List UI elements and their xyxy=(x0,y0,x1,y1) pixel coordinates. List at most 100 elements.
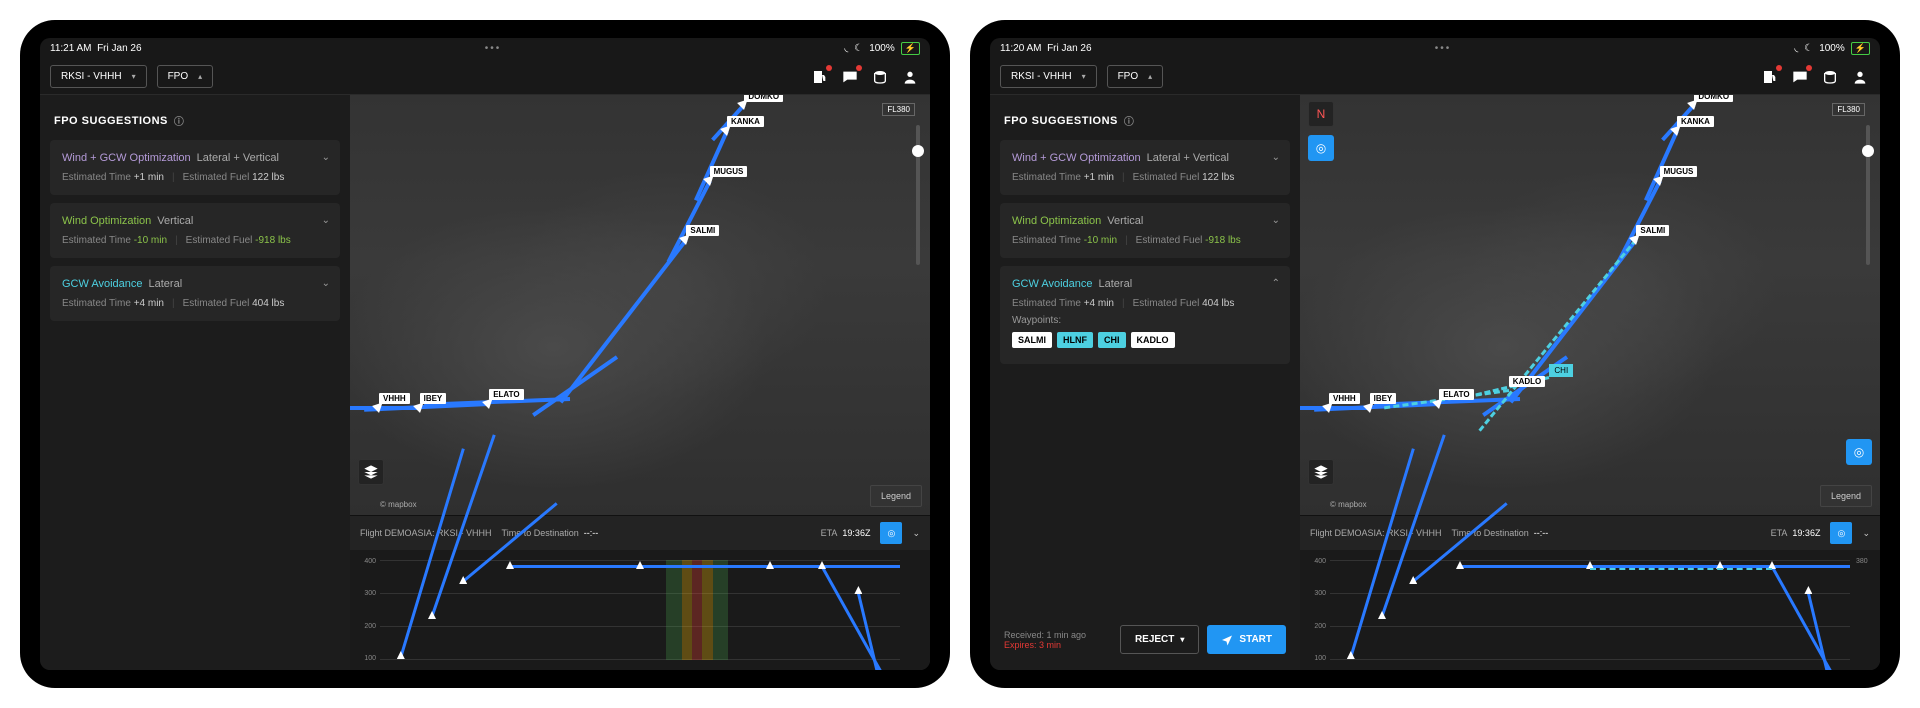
sidebar: FPO SUGGESTIONSⓘ ⌄ Wind + GCW Optimizati… xyxy=(990,95,1300,670)
tablet-right: 11:20 AM Fri Jan 26 ••• ◟ ☾ 100% ⚡ RKSI … xyxy=(970,20,1900,688)
chat-icon[interactable] xyxy=(840,67,860,87)
card-title: GCW AvoidanceLateral xyxy=(1012,278,1278,290)
status-time: 11:20 AM Fri Jan 26 xyxy=(1000,43,1092,54)
waypoint-tag: VHHH xyxy=(379,393,410,404)
flight-label: Flight DEMOASIA: RKSI - VHHH xyxy=(1310,528,1442,538)
route-selector[interactable]: RKSI - VHHH▾ xyxy=(1000,65,1097,88)
panel-selector[interactable]: FPO▴ xyxy=(1107,65,1164,88)
y-axis-right: 380 xyxy=(1856,558,1876,662)
sidebar: FPO SUGGESTIONSⓘ ⌄ Wind + GCW Optimizati… xyxy=(40,95,350,670)
screen: 11:20 AM Fri Jan 26 ••• ◟ ☾ 100% ⚡ RKSI … xyxy=(990,38,1880,670)
info-icon[interactable]: ⓘ xyxy=(1124,113,1135,128)
card-title: Wind + GCW OptimizationLateral + Vertica… xyxy=(1012,152,1278,164)
more-icon[interactable]: ••• xyxy=(485,43,502,54)
suggestion-card-2[interactable]: ⌄ GCW AvoidanceLateral Estimated Time +4… xyxy=(50,266,340,321)
panel-selector[interactable]: FPO▴ xyxy=(157,65,214,88)
map[interactable]: FL380 Legend © mapbox DOMKOKANKAMUGUSSAL… xyxy=(350,95,930,515)
legend-button[interactable]: Legend xyxy=(1820,485,1872,507)
screen: 11:21 AM Fri Jan 26 ••• ◟ ☾ 100% ⚡ RKSI … xyxy=(40,38,930,670)
suggestion-card-1[interactable]: ⌄ Wind OptimizationVertical Estimated Ti… xyxy=(50,203,340,258)
zoom-slider[interactable] xyxy=(916,125,920,265)
y-axis: 400300200100 xyxy=(1306,558,1326,662)
reject-button[interactable]: REJECT▾ xyxy=(1120,625,1199,654)
zoom-handle[interactable] xyxy=(1862,145,1874,157)
vertical-profile[interactable]: 400300200100 380 xyxy=(1300,550,1880,670)
wp-chip: HLNF xyxy=(1057,332,1093,348)
status-time: 11:21 AM Fri Jan 26 xyxy=(50,43,142,54)
suggestion-card-0[interactable]: ⌄ Wind + GCW OptimizationLateral + Verti… xyxy=(1000,140,1290,195)
map[interactable]: FL380 N ◎ ◎ Legend © mapbox DOMKOKANKAMU… xyxy=(1300,95,1880,515)
waypoint-tag: MUGUS xyxy=(710,166,748,177)
wifi-icon: ◟ xyxy=(844,43,848,54)
more-icon[interactable]: ••• xyxy=(1435,43,1452,54)
card-meta: Estimated Time -10 min|Estimated Fuel -9… xyxy=(62,235,328,246)
top-bar: RKSI - VHHH▾ FPO▴ xyxy=(990,59,1880,95)
received-text: Received: 1 min ago xyxy=(1004,630,1086,640)
fl-tag: FL380 xyxy=(882,103,915,116)
moon-icon: ☾ xyxy=(1804,43,1813,54)
status-bar: 11:21 AM Fri Jan 26 ••• ◟ ☾ 100% ⚡ xyxy=(40,38,930,59)
data-icon[interactable] xyxy=(1820,67,1840,87)
y-axis: 400300200100 xyxy=(356,558,376,662)
status-bar: 11:20 AM Fri Jan 26 ••• ◟ ☾ 100% ⚡ xyxy=(990,38,1880,59)
tablet-left: 11:21 AM Fri Jan 26 ••• ◟ ☾ 100% ⚡ RKSI … xyxy=(20,20,950,688)
layers-button[interactable] xyxy=(1308,459,1334,485)
fuel-icon[interactable] xyxy=(1760,67,1780,87)
suggestion-card-0[interactable]: ⌄ Wind + GCW OptimizationLateral + Verti… xyxy=(50,140,340,195)
waypoint-label: Waypoints: xyxy=(1012,315,1278,326)
waypoint-tag: SALMI xyxy=(686,225,719,236)
compass-button[interactable]: N xyxy=(1308,101,1334,127)
mapbox-logo: © mapbox xyxy=(380,500,417,509)
fuel-icon[interactable] xyxy=(810,67,830,87)
suggestion-card-2-expanded[interactable]: ⌃ GCW AvoidanceLateral Estimated Time +4… xyxy=(1000,266,1290,364)
waypoint-tag: KANKA xyxy=(1677,116,1714,127)
wp-chip: SALMI xyxy=(1012,332,1052,348)
action-info: Received: 1 min ago Expires: 3 min xyxy=(1004,630,1086,650)
chat-icon[interactable] xyxy=(1790,67,1810,87)
zoom-handle[interactable] xyxy=(912,145,924,157)
status-right: ◟ ☾ 100% ⚡ xyxy=(844,42,920,55)
chevron-down-icon: ⌄ xyxy=(322,152,330,163)
start-button[interactable]: START xyxy=(1207,625,1286,654)
fl-tag: FL380 xyxy=(1832,103,1865,116)
chevron-down-icon[interactable]: ⌄ xyxy=(1862,528,1870,539)
route-selector[interactable]: RKSI - VHHH▾ xyxy=(50,65,147,88)
center-button[interactable]: ◎ xyxy=(1846,439,1872,465)
waypoint-tag: IBEY xyxy=(420,393,447,404)
chevron-down-icon: ⌄ xyxy=(322,215,330,226)
wp-chip: KADLO xyxy=(1131,332,1175,348)
waypoint-tag: ELATO xyxy=(489,389,523,400)
data-icon[interactable] xyxy=(870,67,890,87)
profile-icon[interactable] xyxy=(900,67,920,87)
waypoint-tag: CHI xyxy=(1549,364,1573,377)
eta: ETA 19:36Z xyxy=(821,528,871,538)
waypoint-tag: DOMKO xyxy=(744,95,783,102)
info-icon[interactable]: ⓘ xyxy=(174,113,185,128)
waypoint-row: SALMI HLNF CHI KADLO xyxy=(1012,332,1278,348)
waypoint-tag: IBEY xyxy=(1370,393,1397,404)
locate-button[interactable]: ◎ xyxy=(1830,522,1852,544)
action-row: Received: 1 min ago Expires: 3 min REJEC… xyxy=(1000,619,1290,660)
waypoint-tag: SALMI xyxy=(1636,225,1669,236)
waypoint-tag: MUGUS xyxy=(1660,166,1698,177)
suggestion-card-1[interactable]: ⌄ Wind OptimizationVertical Estimated Ti… xyxy=(1000,203,1290,258)
layers-button[interactable] xyxy=(358,459,384,485)
card-title: Wind + GCW OptimizationLateral + Vertica… xyxy=(62,152,328,164)
locate-button[interactable]: ◎ xyxy=(880,522,902,544)
waypoint-tag: ELATO xyxy=(1439,389,1473,400)
zoom-slider[interactable] xyxy=(1866,125,1870,265)
section-title: FPO SUGGESTIONSⓘ xyxy=(1000,105,1290,140)
card-meta: Estimated Time +1 min|Estimated Fuel 122… xyxy=(62,172,328,183)
locate-button[interactable]: ◎ xyxy=(1308,135,1334,161)
vertical-profile[interactable]: 400300200100 xyxy=(350,550,930,670)
waypoint-tag: VHHH xyxy=(1329,393,1360,404)
wifi-icon: ◟ xyxy=(1794,43,1798,54)
chevron-down-icon: ⌄ xyxy=(1272,215,1280,226)
battery-icon: ⚡ xyxy=(901,42,920,55)
legend-button[interactable]: Legend xyxy=(870,485,922,507)
profile-icon[interactable] xyxy=(1850,67,1870,87)
chevron-down-icon[interactable]: ⌄ xyxy=(912,528,920,539)
card-title: Wind OptimizationVertical xyxy=(1012,215,1278,227)
status-right: ◟ ☾ 100% ⚡ xyxy=(1794,42,1870,55)
waypoint-tag: DOMKO xyxy=(1694,95,1733,102)
